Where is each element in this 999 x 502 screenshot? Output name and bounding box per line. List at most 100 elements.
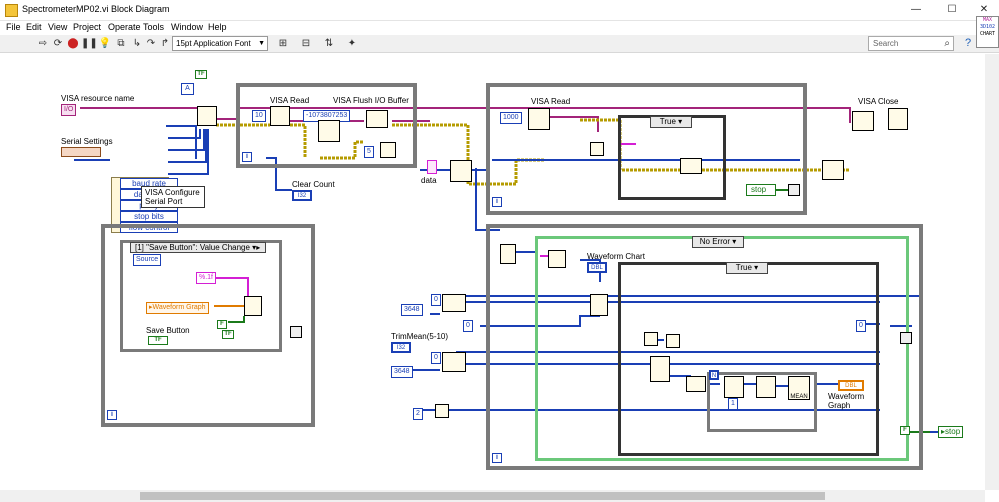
bool-const-f[interactable]: F: [217, 320, 227, 329]
pause-icon[interactable]: ❚❚: [81, 37, 98, 50]
menu-edit[interactable]: Edit: [26, 22, 42, 32]
num-to-string-node[interactable]: [318, 120, 340, 142]
visa-configure-serial-node[interactable]: [197, 106, 217, 126]
unbundle-node[interactable]: [822, 160, 844, 180]
visa-read-node[interactable]: [270, 106, 290, 126]
vi-icon[interactable]: MAX 3D102 CHART: [976, 16, 999, 48]
menu-view[interactable]: View: [48, 22, 67, 32]
step-into-icon[interactable]: ↳: [130, 37, 144, 50]
const-3648-b[interactable]: 3648: [391, 366, 413, 378]
const-0-b[interactable]: 0: [463, 320, 473, 332]
const-0-a[interactable]: 0: [431, 294, 441, 306]
iteration-terminal-4: i: [492, 453, 502, 463]
index-array-node[interactable]: [548, 250, 566, 268]
cleanup-diagram-icon[interactable]: ✦: [343, 37, 361, 50]
const-0-d[interactable]: 0: [856, 320, 866, 332]
error-handler-node[interactable]: [888, 108, 908, 130]
menu-operate[interactable]: Operate: [108, 22, 141, 32]
process-loop-stop-icon[interactable]: [900, 332, 912, 344]
trimmean-terminal[interactable]: I32: [391, 342, 411, 353]
save-button-terminal[interactable]: TF: [148, 336, 168, 345]
waveform-graph-reference[interactable]: ▸Waveform Graph: [146, 302, 209, 314]
horizontal-scroll-thumb[interactable]: [140, 492, 825, 500]
format-string-const[interactable]: %.1f: [196, 272, 217, 284]
array-subset-node[interactable]: [500, 244, 516, 264]
vertical-scrollbar[interactable]: [985, 54, 999, 490]
step-over-icon[interactable]: ↷: [144, 37, 158, 50]
align-objects-icon[interactable]: ⊞: [274, 37, 292, 50]
concat-string-node[interactable]: [680, 158, 702, 174]
wait-ms-node[interactable]: [380, 142, 396, 158]
event-selector[interactable]: [1] "Save Button": Value Change ▾▸: [130, 242, 266, 253]
save-button-label: Save Button: [146, 326, 190, 335]
bool-const-f-2[interactable]: F: [900, 426, 910, 435]
distribute-objects-icon[interactable]: ⊟: [297, 37, 315, 50]
compare-node[interactable]: [590, 142, 604, 156]
title-bar: SpectrometerMP02.vi Block Diagram — ☐ ✕: [0, 0, 999, 21]
cluster-stop-bits[interactable]: stop bits: [120, 211, 178, 222]
constant-a[interactable]: A: [181, 83, 194, 95]
waveform-graph-line1: Waveform: [828, 392, 865, 401]
const-1[interactable]: 1: [728, 398, 738, 410]
event-loop-stop-icon[interactable]: [290, 326, 302, 338]
search-input[interactable]: Search ⌕: [868, 36, 954, 51]
retain-wire-values-icon[interactable]: ⧉: [114, 37, 128, 50]
divide-node[interactable]: [435, 404, 449, 418]
abort-icon[interactable]: ⬤: [66, 37, 80, 50]
visa-flush-node[interactable]: [366, 110, 388, 128]
case-selector-true-2[interactable]: True ▾: [726, 262, 768, 274]
waveform-graph-ref-text: Waveform Graph: [152, 304, 206, 311]
minimize-button[interactable]: —: [905, 2, 927, 18]
run-arrow-icon[interactable]: ⇨: [36, 37, 50, 50]
export-image-node[interactable]: [244, 296, 262, 316]
case-selector-no-error[interactable]: No Error ▾: [692, 236, 744, 248]
stop-condition-icon[interactable]: [788, 184, 800, 196]
menu-project[interactable]: Project: [73, 22, 101, 32]
highlight-execution-icon[interactable]: 💡: [98, 37, 112, 50]
visa-close-node[interactable]: [852, 111, 874, 131]
const-0-c[interactable]: 0: [431, 352, 441, 364]
array-function-node-1[interactable]: [590, 294, 608, 316]
build-array-node[interactable]: [450, 160, 472, 182]
menu-file[interactable]: File: [6, 22, 21, 32]
compare-node-2[interactable]: [644, 332, 658, 346]
for-array-node-1[interactable]: [724, 376, 744, 398]
bool-const-tf-1[interactable]: TF: [195, 70, 207, 79]
select-node[interactable]: [666, 334, 680, 348]
font-dropdown[interactable]: 15pt Application Font ▼: [172, 36, 268, 51]
clear-count-indicator[interactable]: I32: [292, 190, 312, 201]
initialize-array-node-1[interactable]: [442, 294, 466, 312]
run-continuously-icon[interactable]: ⟳: [51, 37, 65, 50]
bool-const-tf-2[interactable]: TF: [222, 330, 234, 339]
case-selector-true-1[interactable]: True ▾: [650, 116, 692, 128]
step-out-icon[interactable]: ↱: [158, 37, 172, 50]
const-10[interactable]: 10: [252, 110, 266, 122]
const-1000[interactable]: 1000: [500, 112, 522, 124]
waveform-graph-terminal[interactable]: DBL: [838, 380, 864, 391]
menu-tools[interactable]: Tools: [143, 22, 164, 32]
const-5[interactable]: 5: [364, 146, 374, 158]
menu-window[interactable]: Window: [171, 22, 203, 32]
reorder-icon[interactable]: ⇅: [320, 37, 338, 50]
visa-read2-label: VISA Read: [531, 97, 571, 106]
data-terminal[interactable]: [427, 160, 437, 174]
visa-resource-name-terminal[interactable]: I/O: [61, 104, 77, 116]
mean-node[interactable]: MEAN: [788, 376, 810, 400]
for-array-node-2[interactable]: [756, 376, 776, 398]
stop-local-variable[interactable]: ▸stop: [938, 426, 964, 438]
help-icon[interactable]: ?: [959, 35, 977, 51]
horizontal-scrollbar[interactable]: [0, 490, 985, 502]
stop-indicator[interactable]: stop: [746, 184, 776, 196]
block-diagram-canvas[interactable]: VISA resource name I/O Serial Settings T…: [0, 54, 985, 490]
maximize-button[interactable]: ☐: [941, 2, 963, 18]
transpose-node[interactable]: [686, 376, 706, 392]
waveform-chart-terminal[interactable]: DBL: [587, 262, 607, 273]
event-source-node[interactable]: Source: [133, 254, 162, 266]
visa-read2-node[interactable]: [528, 108, 550, 130]
array-function-node-2[interactable]: [650, 356, 670, 382]
menu-help[interactable]: Help: [208, 22, 227, 32]
const-2[interactable]: 2: [413, 408, 423, 420]
const-3648-a[interactable]: 3648: [401, 304, 423, 316]
initialize-array-node-2[interactable]: [442, 352, 466, 372]
serial-settings-terminal[interactable]: [61, 147, 101, 157]
